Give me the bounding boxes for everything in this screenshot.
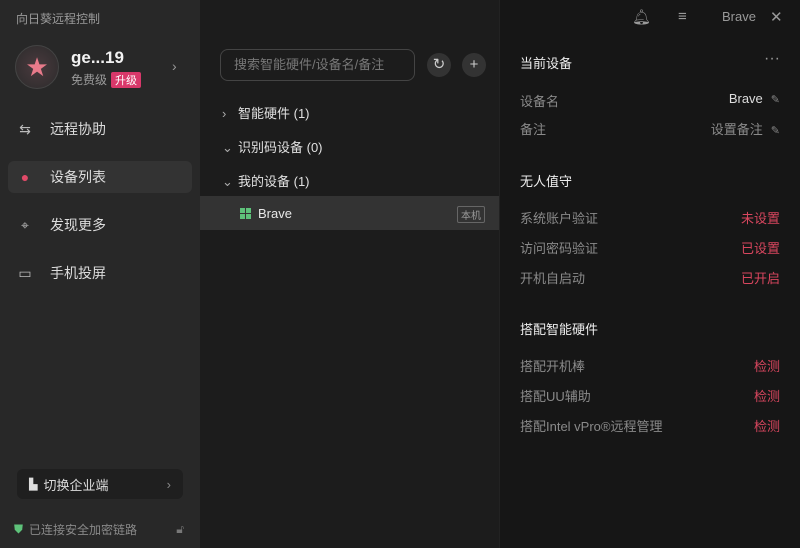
detect-link[interactable]: 检测 [754,416,780,435]
security-status: ⛊ 已连接安全加密链路 🔓︎ [14,521,184,538]
unattended-row: 系统账户验证 未设置 [520,208,780,227]
upgrade-badge[interactable]: 升级 [111,72,142,88]
tier-label: 免费级 [71,73,108,87]
current-device-title: 当前设备 [520,56,573,71]
device-row[interactable]: Brave 本机 [200,196,499,230]
label: 访问密码验证 [520,241,599,256]
group-label: 智能硬件 (1) [238,106,310,121]
hardware-row: 搭配开机棒 检测 [520,356,780,375]
shield-icon: ⛊ [14,522,24,536]
bell-icon[interactable]: 🔔︎ [632,8,651,26]
group-smart-hardware[interactable]: › 智能硬件 (1) [222,103,310,122]
chevron-down-icon: ⌄ [222,140,233,155]
nav-label: 手机投屏 [50,265,106,281]
hardware-row: 搭配UU辅助 检测 [520,386,780,405]
group-id-devices[interactable]: ⌄ 识别码设备 (0) [222,137,323,156]
add-button[interactable]: + [462,53,486,77]
remote-assist-icon: ⇆ [19,120,31,137]
nav-device-list[interactable]: ● 设备列表 [8,161,192,193]
status-link[interactable]: 未设置 [741,208,780,227]
unattended-row: 访问密码验证 已设置 [520,238,780,257]
search-input[interactable]: 搜索智能硬件/设备名/备注 [220,49,415,81]
label: 开机自启动 [520,271,586,286]
app-title: 向日葵远程控制 [16,12,101,26]
note-row: 备注 设置备注 ✎ [520,119,780,138]
window-device-name: Brave [722,9,756,24]
label: 搭配开机棒 [520,359,586,374]
chevron-right-icon: › [222,106,227,121]
edit-icon[interactable]: ✎ [771,94,780,106]
status-link[interactable]: 已开启 [741,268,780,287]
group-label: 识别码设备 (0) [238,140,323,155]
label: 搭配Intel vPro®远程管理 [520,419,663,434]
user-tier: 免费级 升级 [71,71,142,88]
discover-icon: ⌖ [21,216,29,233]
detect-link[interactable]: 检测 [754,356,780,375]
hardware-title: 搭配智能硬件 [520,322,599,337]
security-label: 已连接安全加密链路 [29,523,138,537]
device-list-icon: ● [20,169,30,185]
local-tag: 本机 [457,206,485,223]
building-icon: ▙ [29,478,38,491]
chevron-down-icon: ⌄ [222,174,233,189]
lock-icon[interactable]: 🔓︎ [176,522,184,537]
device-name: Brave [258,205,292,221]
close-icon[interactable]: ✕ [770,8,783,26]
group-my-devices[interactable]: ⌄ 我的设备 (1) [222,171,310,190]
avatar[interactable]: ★ [15,45,59,89]
detect-link[interactable]: 检测 [754,386,780,405]
nav-screen-cast[interactable]: ▭ 手机投屏 [8,257,192,289]
windows-icon [240,207,251,219]
screen-cast-icon: ▭ [18,264,32,281]
hardware-row: 搭配Intel vPro®远程管理 检测 [520,416,780,435]
note-value: 设置备注 [710,122,763,137]
unattended-row: 开机自启动 已开启 [520,268,780,287]
nav-label: 远程协助 [50,121,106,137]
sidebar: 向日葵远程控制 ★ ge...19 免费级 升级 › ⇆ 远程协助 ● 设备列表 ⌖ 发… [0,0,200,548]
nav-remote-assist[interactable]: ⇆ 远程协助 [8,113,192,145]
menu-icon[interactable]: ≡ [678,8,687,25]
chevron-right-icon: › [166,476,171,492]
unattended-title: 无人值守 [520,174,573,189]
nav-label: 设备列表 [50,169,106,185]
nav-discover[interactable]: ⌖ 发现更多 [8,209,192,241]
device-list-panel: 搜索智能硬件/设备名/备注 ↻ + › 智能硬件 (1) ⌄ 识别码设备 (0) ⌄… [200,0,500,548]
label: 搭配UU辅助 [520,389,591,404]
device-details: 🔔︎ ≡ Brave ✕ 当前设备 ··· 设备名 Brave ✎ 备注 设置备注 ✎ … [500,0,800,548]
status-link[interactable]: 已设置 [741,238,780,257]
device-name-value: Brave [728,91,763,106]
device-name-row: 设备名 Brave ✎ [520,91,780,110]
edit-icon[interactable]: ✎ [771,125,780,137]
switch-enterprise-button[interactable]: ▙ 切换企业端 › [17,469,183,499]
label: 设备名 [520,94,560,109]
group-label: 我的设备 (1) [238,174,310,189]
refresh-button[interactable]: ↻ [427,53,451,77]
chevron-right-icon[interactable]: › [172,58,177,74]
nav-label: 发现更多 [50,217,106,233]
more-icon[interactable]: ··· [764,50,780,68]
label: 系统账户验证 [520,211,599,226]
star-icon: ★ [25,51,49,82]
user-name[interactable]: ge...19 [71,48,124,68]
label: 备注 [520,122,547,137]
enterprise-label: 切换企业端 [43,477,109,493]
